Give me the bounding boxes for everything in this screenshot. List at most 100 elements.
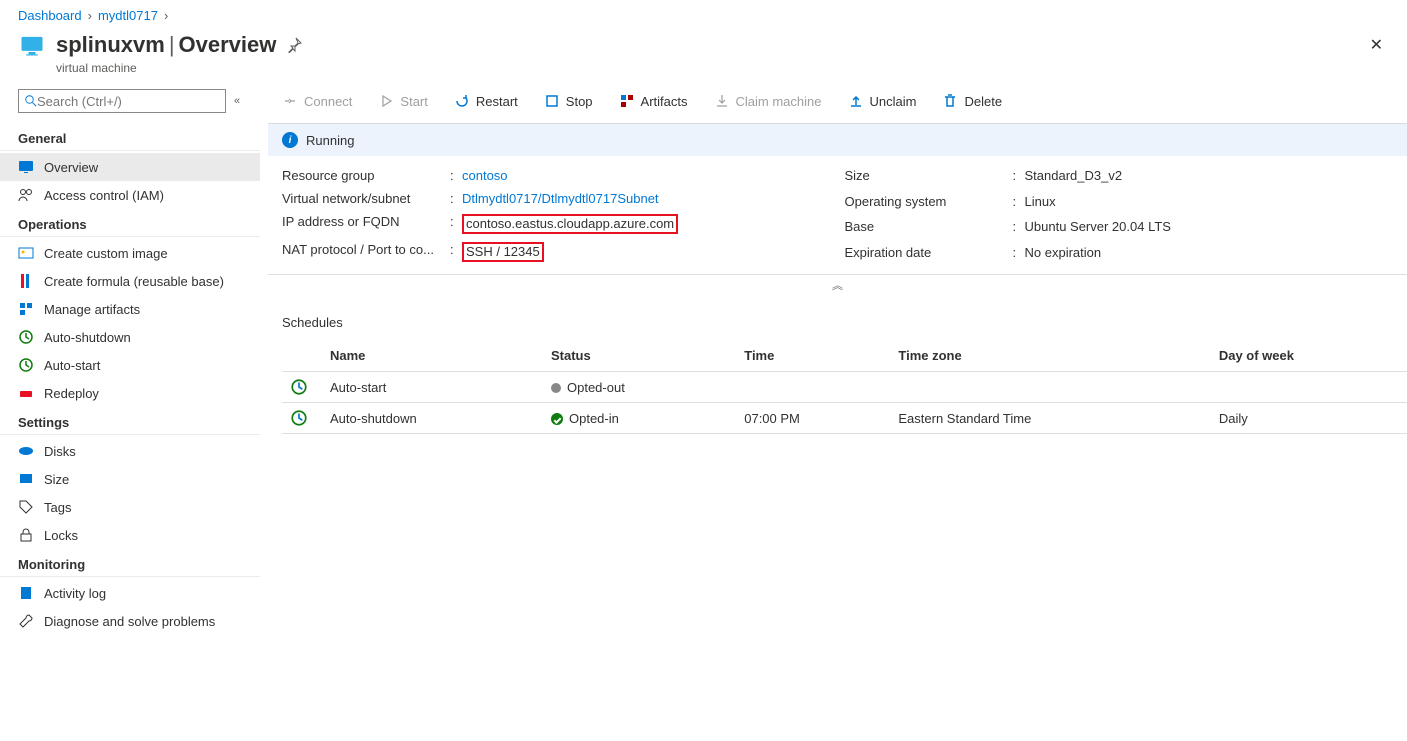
resource-name: splinuxvm (56, 32, 165, 57)
sidebar-item-label: Diagnose and solve problems (44, 614, 215, 629)
sidebar-item-redeploy[interactable]: Redeploy (0, 379, 260, 407)
resource-type-label: virtual machine (0, 61, 1407, 85)
sidebar-item-label: Manage artifacts (44, 302, 140, 317)
disk-icon (18, 443, 34, 459)
col-status[interactable]: Status (543, 340, 736, 372)
size-value: Standard_D3_v2 (1025, 168, 1407, 183)
expiration-value: No expiration (1025, 245, 1407, 260)
sidebar-item-label: Activity log (44, 586, 106, 601)
prop-label-nat: NAT protocol / Port to co... (282, 242, 450, 257)
clock-icon (18, 357, 34, 373)
sidebar-item-create-formula[interactable]: Create formula (reusable base) (0, 267, 260, 295)
collapse-essentials-icon[interactable]: ︽ (268, 275, 1407, 295)
resource-group-link[interactable]: contoso (462, 168, 508, 183)
sidebar-item-tags[interactable]: Tags (0, 493, 260, 521)
sidebar-item-size[interactable]: Size (0, 465, 260, 493)
breadcrumb-home[interactable]: Dashboard (18, 8, 82, 23)
sidebar-item-locks[interactable]: Locks (0, 521, 260, 549)
main-pane: Connect Start Restart Stop Artifacts Cla… (260, 85, 1407, 741)
table-row[interactable]: Auto-start Opted-out (282, 372, 1407, 403)
sidebar-item-label: Tags (44, 500, 71, 515)
col-time[interactable]: Time (736, 340, 890, 372)
lock-icon (18, 527, 34, 543)
image-icon (18, 245, 34, 261)
unclaim-button[interactable]: Unclaim (842, 89, 923, 113)
breadcrumb: Dashboard › mydtl0717 › (0, 0, 1407, 27)
start-button: Start (372, 89, 433, 113)
cell-dow (1211, 372, 1407, 403)
nav-section-operations: Operations (0, 209, 260, 237)
clock-icon (290, 409, 308, 427)
vnet-link[interactable]: Dtlmydtl0717/Dtlmydtl0717Subnet (462, 191, 659, 206)
col-name[interactable]: Name (322, 340, 543, 372)
close-icon[interactable]: ✕ (1370, 35, 1383, 55)
essentials-panel: Resource group:contoso Virtual network/s… (268, 156, 1407, 275)
stop-button[interactable]: Stop (538, 89, 599, 113)
page-title: splinuxvm|Overview (56, 32, 276, 58)
nav-section-settings: Settings (0, 407, 260, 435)
redeploy-icon (18, 385, 34, 401)
upload-icon (848, 93, 864, 109)
sidebar-item-label: Redeploy (44, 386, 99, 401)
sidebar: « General Overview Access control (IAM) … (0, 85, 260, 741)
schedules-table: Name Status Time Time zone Day of week A… (282, 340, 1407, 434)
sidebar-item-create-custom-image[interactable]: Create custom image (0, 239, 260, 267)
sidebar-item-label: Overview (44, 160, 98, 175)
table-row[interactable]: Auto-shutdown Opted-in 07:00 PM Eastern … (282, 403, 1407, 434)
play-icon (378, 93, 394, 109)
chevron-right-icon: › (164, 8, 168, 23)
artifacts-button[interactable]: Artifacts (613, 89, 694, 113)
prop-label-os: Operating system (845, 194, 1013, 209)
breadcrumb-parent[interactable]: mydtl0717 (98, 8, 158, 23)
restart-icon (454, 93, 470, 109)
sidebar-item-label: Auto-shutdown (44, 330, 131, 345)
virtual-machine-icon (18, 31, 46, 59)
sidebar-item-auto-shutdown[interactable]: Auto-shutdown (0, 323, 260, 351)
restart-button[interactable]: Restart (448, 89, 524, 113)
sidebar-item-label: Disks (44, 444, 76, 459)
sidebar-item-auto-start[interactable]: Auto-start (0, 351, 260, 379)
prop-label-expiration: Expiration date (845, 245, 1013, 260)
connect-button: Connect (276, 89, 358, 113)
sidebar-item-diagnose[interactable]: Diagnose and solve problems (0, 607, 260, 635)
sidebar-item-manage-artifacts[interactable]: Manage artifacts (0, 295, 260, 323)
sidebar-item-label: Auto-start (44, 358, 100, 373)
os-value: Linux (1025, 194, 1407, 209)
sidebar-item-overview[interactable]: Overview (0, 153, 260, 181)
cell-zone (890, 372, 1210, 403)
schedules-heading: Schedules (268, 295, 1407, 340)
nav-section-monitoring: Monitoring (0, 549, 260, 577)
collapse-sidebar-icon[interactable]: « (234, 95, 248, 107)
prop-label-vnet: Virtual network/subnet (282, 191, 450, 206)
ip-value: contoso.eastus.cloudapp.azure.com (462, 214, 678, 234)
nav-section-general: General (0, 123, 260, 151)
people-icon (18, 187, 34, 203)
command-bar: Connect Start Restart Stop Artifacts Cla… (268, 85, 1407, 117)
status-text: Running (306, 133, 354, 148)
sidebar-item-disks[interactable]: Disks (0, 437, 260, 465)
info-icon: i (282, 132, 298, 148)
cell-time: 07:00 PM (736, 403, 890, 434)
col-zone[interactable]: Time zone (890, 340, 1210, 372)
sidebar-item-access-control[interactable]: Access control (IAM) (0, 181, 260, 209)
trash-icon (942, 93, 958, 109)
col-dow[interactable]: Day of week (1211, 340, 1407, 372)
pin-icon[interactable] (286, 37, 302, 53)
formula-icon (18, 273, 34, 289)
prop-label-base: Base (845, 219, 1013, 234)
stop-icon (544, 93, 560, 109)
chevron-right-icon: › (88, 8, 92, 23)
sidebar-item-label: Create formula (reusable base) (44, 274, 224, 289)
sidebar-item-activity-log[interactable]: Activity log (0, 579, 260, 607)
delete-button[interactable]: Delete (936, 89, 1008, 113)
connect-icon (282, 93, 298, 109)
status-dot-green-icon (551, 413, 563, 425)
search-input[interactable] (18, 89, 226, 113)
cell-status: Opted-out (567, 380, 625, 395)
base-value: Ubuntu Server 20.04 LTS (1025, 219, 1407, 234)
nat-value: SSH / 12345 (462, 242, 544, 262)
cell-time (736, 372, 890, 403)
clock-icon (290, 378, 308, 396)
tag-icon (18, 499, 34, 515)
cell-status: Opted-in (569, 411, 619, 426)
